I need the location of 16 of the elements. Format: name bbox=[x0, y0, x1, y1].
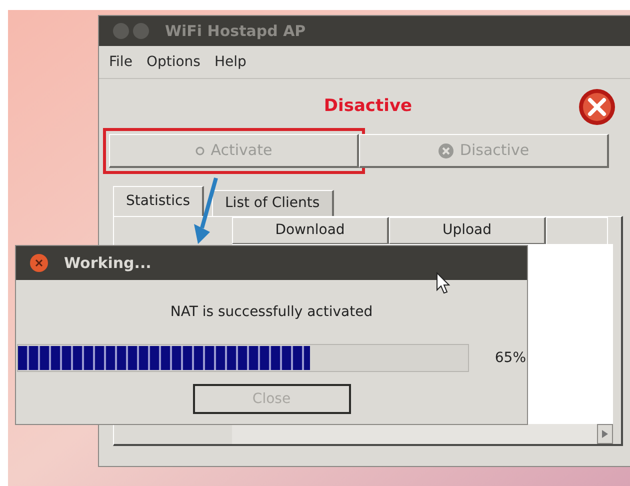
scroll-right-icon[interactable] bbox=[597, 424, 613, 444]
status-label: Disactive bbox=[324, 94, 412, 118]
menu-item[interactable]: Help bbox=[214, 52, 246, 72]
menu-item[interactable]: Options bbox=[146, 52, 200, 72]
window-title: WiFi Hostapd AP bbox=[165, 20, 306, 42]
tab[interactable]: List of Clients bbox=[212, 190, 334, 216]
horizontal-scrollbar[interactable] bbox=[232, 424, 613, 444]
progress-percent: 65% bbox=[494, 348, 526, 368]
dialog-title: Working... bbox=[64, 252, 152, 274]
circle-icon bbox=[194, 146, 205, 156]
tab[interactable]: Statistics bbox=[113, 186, 204, 216]
close-circle-icon bbox=[578, 88, 616, 126]
status-message: NAT is successfully activated bbox=[170, 302, 373, 322]
mouse-pointer-icon bbox=[436, 272, 450, 294]
close-circle-icon bbox=[438, 142, 454, 158]
menu-item[interactable]: File bbox=[109, 52, 132, 72]
